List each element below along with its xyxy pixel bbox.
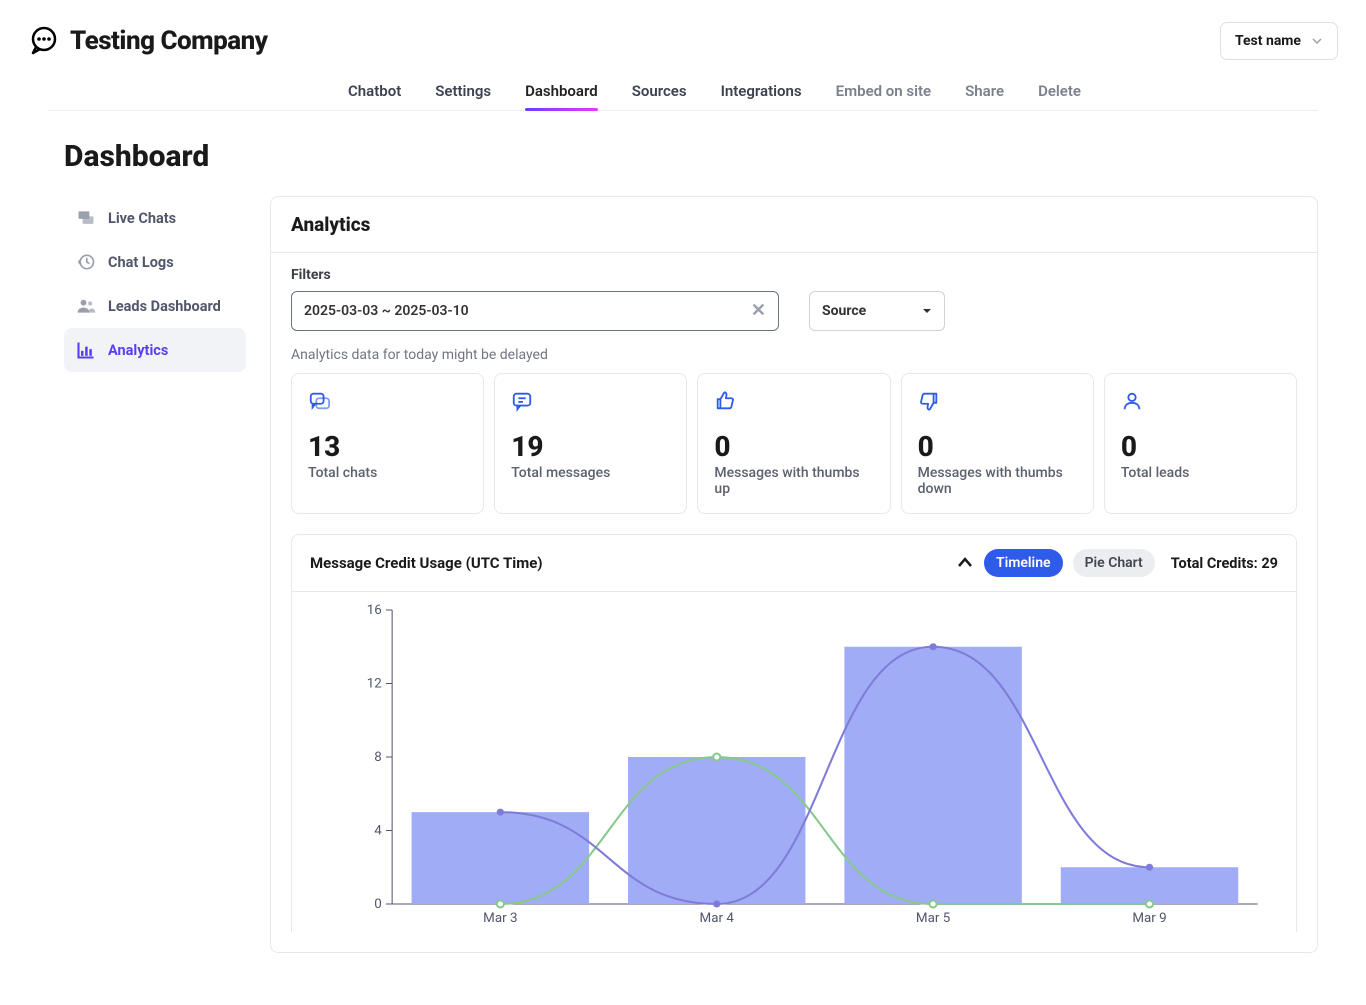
analytics-panel: Analytics Filters 2025-03-03 ~ 2025-03-1… [270,196,1318,953]
tab-dashboard[interactable]: Dashboard [525,72,598,110]
svg-text:0: 0 [374,897,382,912]
page-title: Dashboard [64,139,1318,174]
brand: Testing Company [28,25,268,57]
pie-chart-button[interactable]: Pie Chart [1073,549,1155,577]
sidebar-item-analytics[interactable]: Analytics [64,328,246,372]
svg-text:12: 12 [367,677,382,692]
chart-title: Message Credit Usage (UTC Time) [310,554,543,572]
stat-value: 0 [1121,430,1280,463]
stat-label: Total messages [511,465,670,481]
stat-total-chats: 13 Total chats [291,373,484,514]
date-range-input[interactable]: 2025-03-03 ~ 2025-03-10 ✕ [291,291,779,331]
chat-icon [308,390,330,412]
tab-delete[interactable]: Delete [1038,72,1081,110]
stat-label: Messages with thumbs down [918,465,1077,497]
stat-thumbs-down: 0 Messages with thumbs down [901,373,1094,514]
stat-value: 19 [511,430,670,463]
thumbs-up-icon [714,390,736,412]
filters-label: Filters [291,267,1297,283]
tab-sources[interactable]: Sources [632,72,687,110]
history-icon [76,252,96,272]
svg-text:16: 16 [367,603,382,618]
svg-text:Mar 9: Mar 9 [1132,911,1166,926]
tab-share[interactable]: Share [965,72,1004,110]
sidebar: Live Chats Chat Logs Leads Dashboard Ana… [64,196,246,372]
sidebar-item-label: Leads Dashboard [108,298,221,315]
panel-title: Analytics [271,197,1317,253]
sidebar-item-chat-logs[interactable]: Chat Logs [64,240,246,284]
user-dropdown[interactable]: Test name [1220,22,1338,60]
tab-embed[interactable]: Embed on site [836,72,932,110]
source-dropdown[interactable]: Source [809,291,945,331]
stat-value: 0 [714,430,873,463]
total-credits: Total Credits: 29 [1171,555,1278,572]
stat-label: Messages with thumbs up [714,465,873,497]
user-icon [1121,390,1143,412]
tab-settings[interactable]: Settings [435,72,491,110]
chats-icon [76,208,96,228]
sidebar-item-live-chats[interactable]: Live Chats [64,196,246,240]
delay-note: Analytics data for today might be delaye… [271,331,1317,373]
sidebar-item-leads[interactable]: Leads Dashboard [64,284,246,328]
chevron-down-icon [1311,35,1323,47]
stat-label: Total leads [1121,465,1280,481]
user-dropdown-label: Test name [1235,33,1301,49]
sidebar-item-label: Analytics [108,342,168,359]
stat-value: 0 [918,430,1077,463]
thumbs-down-icon [918,390,940,412]
source-label: Source [822,303,866,319]
timeline-button[interactable]: Timeline [984,549,1063,577]
chevron-up-icon[interactable] [956,554,974,572]
chart-panel: Message Credit Usage (UTC Time) Timeline… [291,534,1297,932]
tab-integrations[interactable]: Integrations [721,72,802,110]
message-icon [511,390,533,412]
clear-icon[interactable]: ✕ [751,302,766,320]
svg-text:Mar 3: Mar 3 [483,911,517,926]
svg-text:Mar 5: Mar 5 [916,911,950,926]
svg-text:Mar 4: Mar 4 [700,911,735,926]
analytics-icon [76,340,96,360]
stat-total-leads: 0 Total leads [1104,373,1297,514]
sidebar-item-label: Live Chats [108,210,176,227]
svg-text:4: 4 [374,824,382,839]
chat-bubble-icon [28,25,60,57]
usage-chart: 0 4 8 12 16 Mar 3 Mar 4 Mar 5 Mar 9 [320,602,1268,932]
sidebar-item-label: Chat Logs [108,254,174,271]
svg-text:8: 8 [374,750,382,765]
tab-chatbot[interactable]: Chatbot [348,72,401,110]
stat-value: 13 [308,430,467,463]
caret-down-icon [922,306,932,316]
stat-total-messages: 19 Total messages [494,373,687,514]
tabs: Chatbot Settings Dashboard Sources Integ… [48,72,1318,111]
brand-name: Testing Company [70,26,268,56]
stat-thumbs-up: 0 Messages with thumbs up [697,373,890,514]
users-icon [76,296,96,316]
stat-label: Total chats [308,465,467,481]
date-range-value: 2025-03-03 ~ 2025-03-10 [304,303,469,319]
